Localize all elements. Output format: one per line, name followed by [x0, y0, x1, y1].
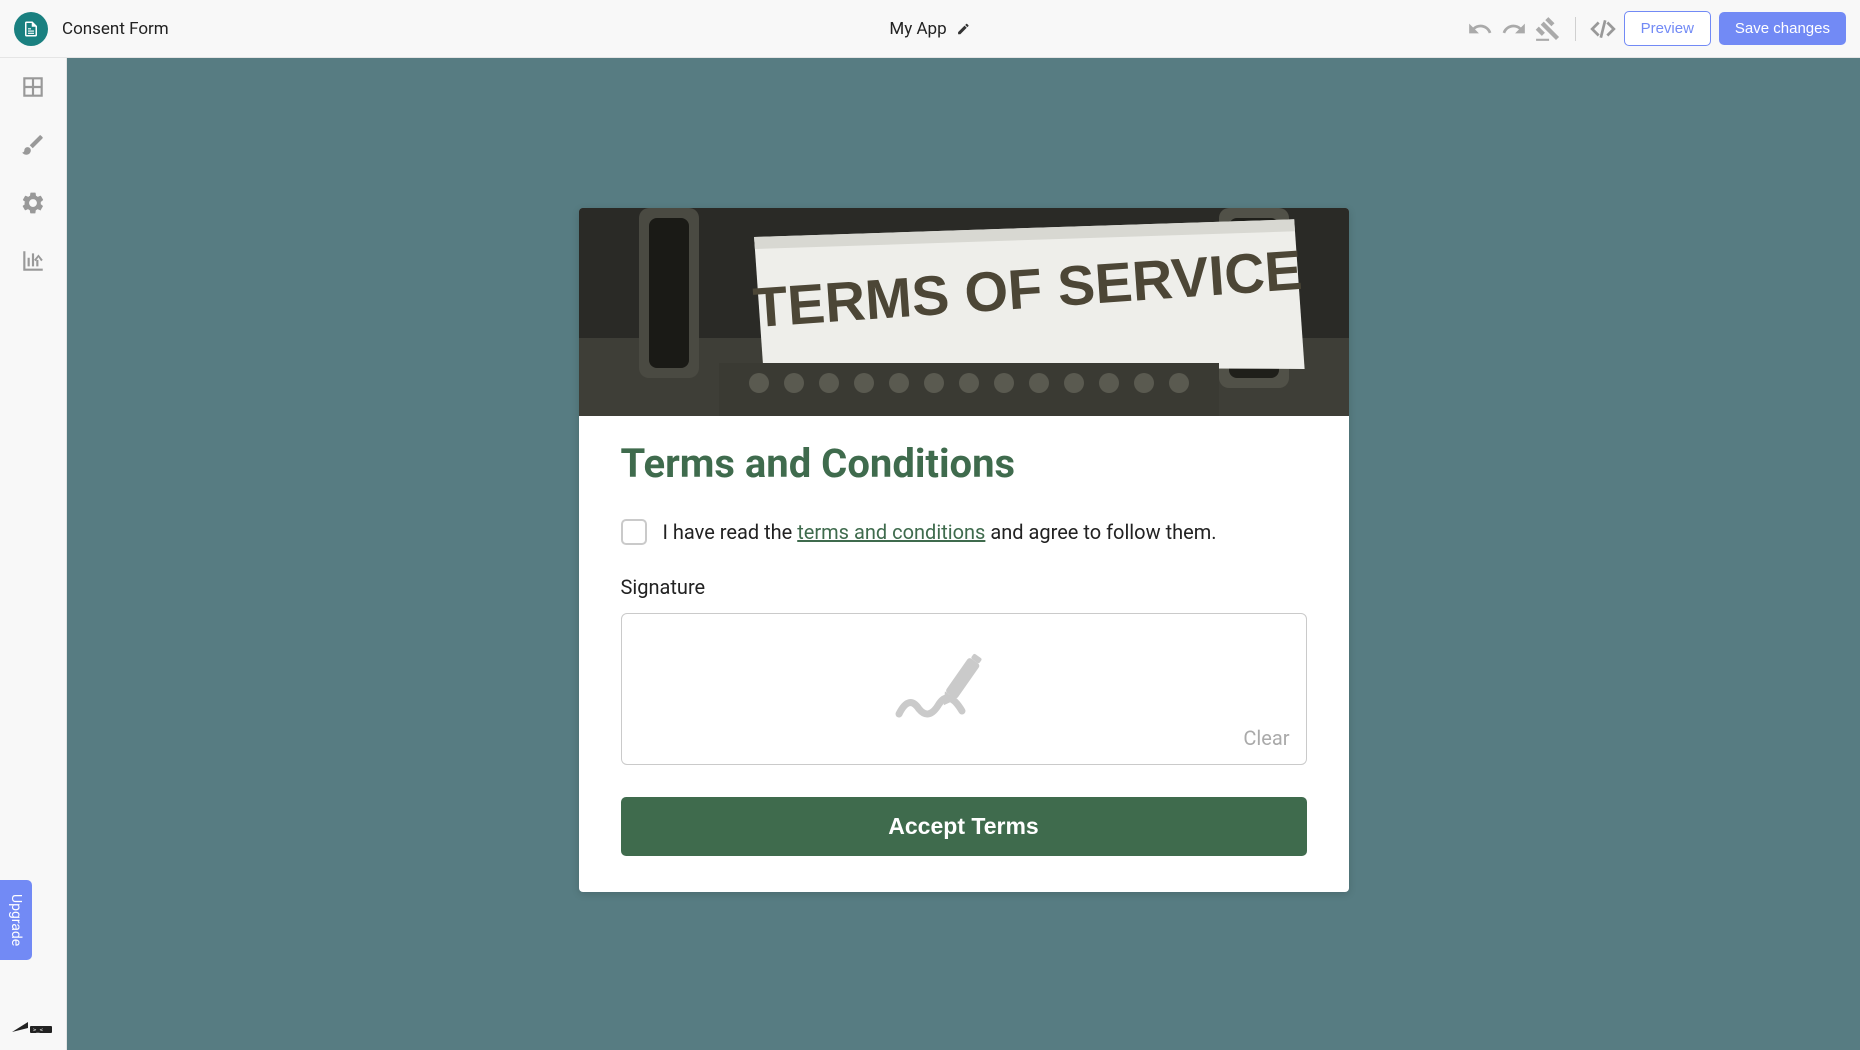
form-card: TERMS OF SERVICE Terms and Conditions: [579, 208, 1349, 892]
consent-row: I have read the terms and conditions and…: [621, 519, 1307, 545]
gavel-icon[interactable]: [1535, 16, 1561, 42]
main-wrapper: Upgrade >_< TERMS: [0, 58, 1860, 1050]
hero-image: TERMS OF SERVICE: [579, 208, 1349, 416]
topbar-left: Consent Form: [14, 12, 169, 46]
typewriter-illustration: TERMS OF SERVICE: [579, 208, 1349, 416]
consent-label-suffix: and agree to follow them.: [985, 520, 1216, 544]
upgrade-tab[interactable]: Upgrade: [0, 880, 32, 960]
app-name: My App: [889, 19, 946, 39]
app-logo[interactable]: [14, 12, 48, 46]
undo-icon[interactable]: [1467, 16, 1493, 42]
pencil-icon[interactable]: [957, 22, 971, 36]
form-title: Terms and Conditions: [621, 440, 1307, 487]
redo-icon[interactable]: [1501, 16, 1527, 42]
clear-signature[interactable]: Clear: [1243, 726, 1289, 750]
signature-placeholder-icon: [894, 649, 1034, 729]
terms-link[interactable]: terms and conditions: [797, 520, 985, 544]
signature-box[interactable]: Clear: [621, 613, 1307, 765]
document-icon: [22, 20, 40, 38]
accept-button[interactable]: Accept Terms: [621, 797, 1307, 856]
topbar-right: Preview Save changes: [1467, 11, 1846, 46]
svg-text:>_<: >_<: [33, 1028, 44, 1034]
code-icon[interactable]: [1590, 16, 1616, 42]
save-button[interactable]: Save changes: [1719, 12, 1846, 45]
canvas[interactable]: TERMS OF SERVICE Terms and Conditions: [67, 58, 1860, 1050]
brand-logo: >_<: [10, 1014, 54, 1036]
form-body: Terms and Conditions I have read the ter…: [579, 416, 1349, 892]
chart-icon[interactable]: [20, 248, 46, 274]
topbar-center: My App: [889, 19, 970, 39]
consent-checkbox[interactable]: [621, 519, 647, 545]
page-name: Consent Form: [62, 19, 169, 39]
sidebar: Upgrade >_<: [0, 58, 67, 1050]
topbar: Consent Form My App Preview Save changes: [0, 0, 1860, 58]
preview-button[interactable]: Preview: [1624, 11, 1711, 46]
gear-icon[interactable]: [20, 190, 46, 216]
brush-icon[interactable]: [20, 132, 46, 158]
signature-label: Signature: [621, 575, 1307, 599]
grid-icon[interactable]: [20, 74, 46, 100]
consent-label-prefix: I have read the: [663, 520, 798, 544]
divider: [1575, 17, 1576, 41]
consent-label: I have read the terms and conditions and…: [663, 520, 1217, 544]
